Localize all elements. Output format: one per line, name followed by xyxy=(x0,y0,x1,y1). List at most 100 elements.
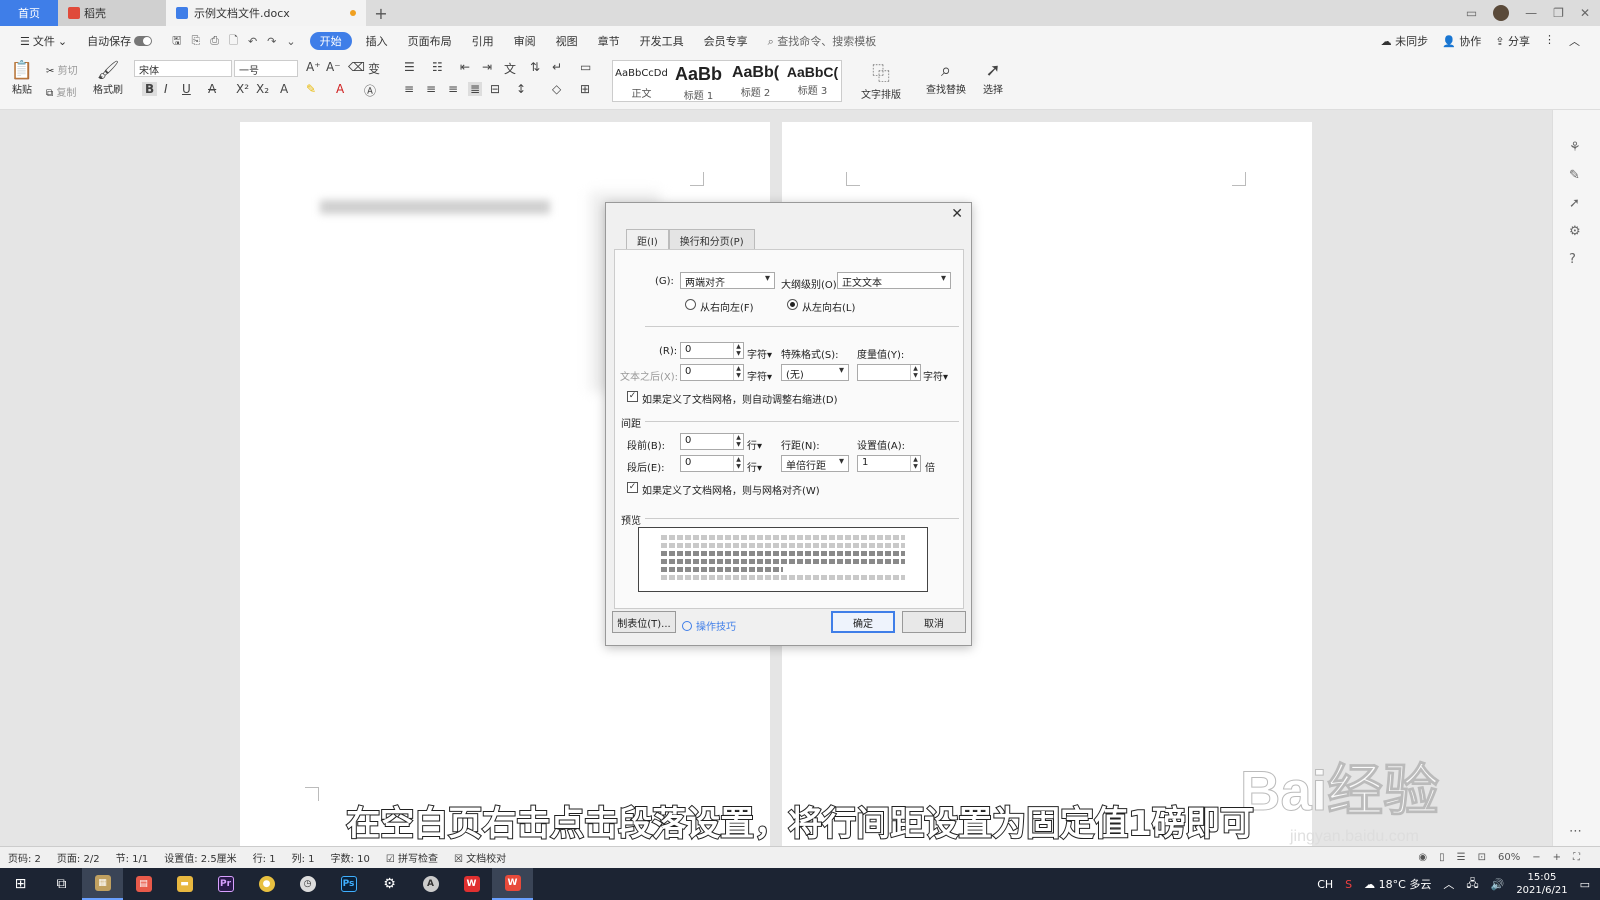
spinner-arrows-icon[interactable]: ▲ ▼ xyxy=(733,343,743,358)
underline-icon[interactable]: U xyxy=(182,82,191,96)
spinner-arrows-icon[interactable]: ▲ ▼ xyxy=(910,456,920,471)
undo-icon[interactable]: ↶ xyxy=(248,35,257,48)
spell-check-toggle[interactable]: ☑ 拼写检查 xyxy=(386,850,438,865)
style-pane-icon[interactable]: ⚘ xyxy=(1569,140,1581,155)
zoom-level[interactable]: 60% xyxy=(1498,852,1520,863)
app-a-icon[interactable]: A xyxy=(410,868,451,900)
cancel-button[interactable]: 取消 xyxy=(902,611,966,633)
style-heading-1[interactable]: AaBb 标题 1 xyxy=(670,61,727,102)
alignment-select[interactable]: 两端对齐 xyxy=(680,272,775,289)
more-icon[interactable]: ⋮ xyxy=(1544,33,1555,49)
fullscreen-icon[interactable]: ⛶ xyxy=(1573,852,1580,863)
add-tab-button[interactable]: + xyxy=(366,0,396,26)
menu-member[interactable]: 会员专享 xyxy=(694,26,758,56)
chinese-layout-icon[interactable]: 文 xyxy=(504,60,516,77)
unit-line-dropdown[interactable]: 行▾ xyxy=(747,437,762,452)
borders-icon[interactable]: ⊞ xyxy=(580,82,590,96)
tips-link[interactable]: 操作技巧 xyxy=(682,618,736,633)
customize-icon[interactable]: ⌄ xyxy=(286,35,295,48)
share-button[interactable]: ⇪ 分享 xyxy=(1495,33,1530,49)
system-clock[interactable]: 15:05 2021/6/21 xyxy=(1516,871,1567,897)
pointer-icon[interactable]: ➚ xyxy=(1569,196,1580,211)
file-explorer-icon[interactable]: ▬ xyxy=(164,868,205,900)
tab-stops-button[interactable]: 制表位(T)... xyxy=(612,611,676,633)
menu-home[interactable]: 开始 xyxy=(309,32,352,50)
phonetic-icon[interactable]: 变 xyxy=(368,60,380,77)
text-layout-button[interactable]: ⿻ 文字排版 xyxy=(856,60,906,101)
redo-icon[interactable]: ↷ xyxy=(267,35,276,48)
page-view-icon[interactable]: ▯ xyxy=(1439,852,1445,863)
font-name-select[interactable]: 宋体 xyxy=(134,60,232,77)
premiere-icon[interactable]: Pr xyxy=(205,868,246,900)
unit-char-dropdown[interactable]: 字符▾ xyxy=(747,346,772,361)
paste-button[interactable]: 📋 粘贴 xyxy=(8,60,36,96)
wps-icon[interactable]: W xyxy=(451,868,492,900)
clock-app-icon[interactable]: ◷ xyxy=(287,868,328,900)
space-before-input[interactable]: 0 ▲ ▼ xyxy=(680,433,744,450)
increase-indent-icon[interactable]: ⇥ xyxy=(482,60,492,74)
menu-developer[interactable]: 开发工具 xyxy=(630,26,694,56)
wps-writer-icon[interactable]: W xyxy=(492,868,533,900)
menu-view[interactable]: 视图 xyxy=(546,26,588,56)
spinner-arrows-icon[interactable]: ▲ ▼ xyxy=(910,365,920,380)
close-window-icon[interactable]: ✕ xyxy=(1580,6,1590,20)
menu-review[interactable]: 审阅 xyxy=(504,26,546,56)
ruler-icon[interactable]: ▭ xyxy=(580,60,591,74)
outline-level-select[interactable]: 正文文本 xyxy=(837,272,951,289)
highlight-icon[interactable]: ✎ xyxy=(306,82,316,96)
ime-indicator[interactable]: CH xyxy=(1317,878,1333,891)
style-heading-3[interactable]: AaBbC( 标题 3 xyxy=(784,61,841,101)
print-preview-icon[interactable]: 🗋 xyxy=(229,32,238,51)
volume-icon[interactable]: 🔊 xyxy=(1491,878,1505,891)
special-format-select[interactable]: (无) xyxy=(781,364,849,381)
sogou-icon[interactable]: S xyxy=(1345,878,1352,891)
font-color-icon[interactable]: A xyxy=(336,82,344,96)
status-pages[interactable]: 页面: 2/2 xyxy=(57,850,100,865)
indent-after-input[interactable]: 0 ▲ ▼ xyxy=(680,364,744,381)
format-painter-button[interactable]: 🖌 格式刷 xyxy=(92,60,124,96)
char-border-icon[interactable]: Ⓐ xyxy=(364,82,376,99)
save-icon[interactable]: 🖫 xyxy=(172,32,181,51)
status-row[interactable]: 行: 1 xyxy=(253,850,276,865)
doc-proofread-toggle[interactable]: ☒ 文档校对 xyxy=(454,850,506,865)
grid-align-checkbox[interactable]: ✓ xyxy=(627,482,638,493)
sync-button[interactable]: ☁ 未同步 xyxy=(1381,33,1429,49)
measure-input[interactable]: ▲ ▼ xyxy=(857,364,921,381)
unit-line-dropdown[interactable]: 行▾ xyxy=(747,459,762,474)
settings-gear-icon[interactable]: ⚙ xyxy=(369,868,410,900)
status-setting[interactable]: 设置值: 2.5厘米 xyxy=(164,850,236,865)
zoom-out-icon[interactable]: − xyxy=(1532,852,1540,863)
minimize-icon[interactable]: — xyxy=(1525,6,1537,20)
menu-page-layout[interactable]: 页面布局 xyxy=(398,26,462,56)
photoshop-icon[interactable]: Ps xyxy=(328,868,369,900)
tray-expand-icon[interactable]: ︿ xyxy=(1443,876,1454,892)
tab-home[interactable]: 首页 xyxy=(0,0,58,26)
shrink-font-icon[interactable]: A⁻ xyxy=(326,60,341,74)
sort-icon[interactable]: ⇅ xyxy=(530,60,540,74)
collapse-ribbon-icon[interactable]: ︿ xyxy=(1569,33,1580,49)
bold-icon[interactable]: B xyxy=(142,82,158,96)
tab-docer[interactable]: 稻壳 xyxy=(58,0,166,26)
taskbar-app-2[interactable]: ▤ xyxy=(123,868,164,900)
menu-insert[interactable]: 插入 xyxy=(356,26,398,56)
settings-sliders-icon[interactable]: ⚙ xyxy=(1569,224,1581,239)
export-icon[interactable]: ⎘ xyxy=(191,34,200,48)
numbering-icon[interactable]: ☷ xyxy=(432,60,443,74)
file-menu[interactable]: ☰ 文件 ⌄ xyxy=(10,26,77,56)
auto-indent-checkbox[interactable]: ✓ xyxy=(627,391,638,402)
rtl-radio[interactable] xyxy=(685,299,696,310)
chrome-icon[interactable]: ● xyxy=(246,868,287,900)
command-search-input[interactable]: ⌕ 查找命令、搜索模板 xyxy=(758,33,887,49)
subscript-icon[interactable]: X₂ xyxy=(256,82,269,96)
status-page-number[interactable]: 页码: 2 xyxy=(8,850,41,865)
collaborate-button[interactable]: 👤 协作 xyxy=(1442,33,1481,49)
spinner-arrows-icon[interactable]: ▲ ▼ xyxy=(733,456,743,471)
taskbar-app-1[interactable]: ▦ xyxy=(82,868,123,900)
cut-button[interactable]: ✂ 剪切 xyxy=(46,62,78,77)
autosave-toggle[interactable]: 自动保存 xyxy=(77,26,162,56)
indent-before-input[interactable]: 0 ▲ ▼ xyxy=(680,342,744,359)
more-dots-icon[interactable]: ⋯ xyxy=(1569,824,1582,839)
text-effect-icon[interactable]: A xyxy=(280,82,288,96)
tab-indent-spacing[interactable]: 距(I) xyxy=(626,229,669,251)
style-normal[interactable]: AaBbCcDd 正文 xyxy=(613,61,670,101)
